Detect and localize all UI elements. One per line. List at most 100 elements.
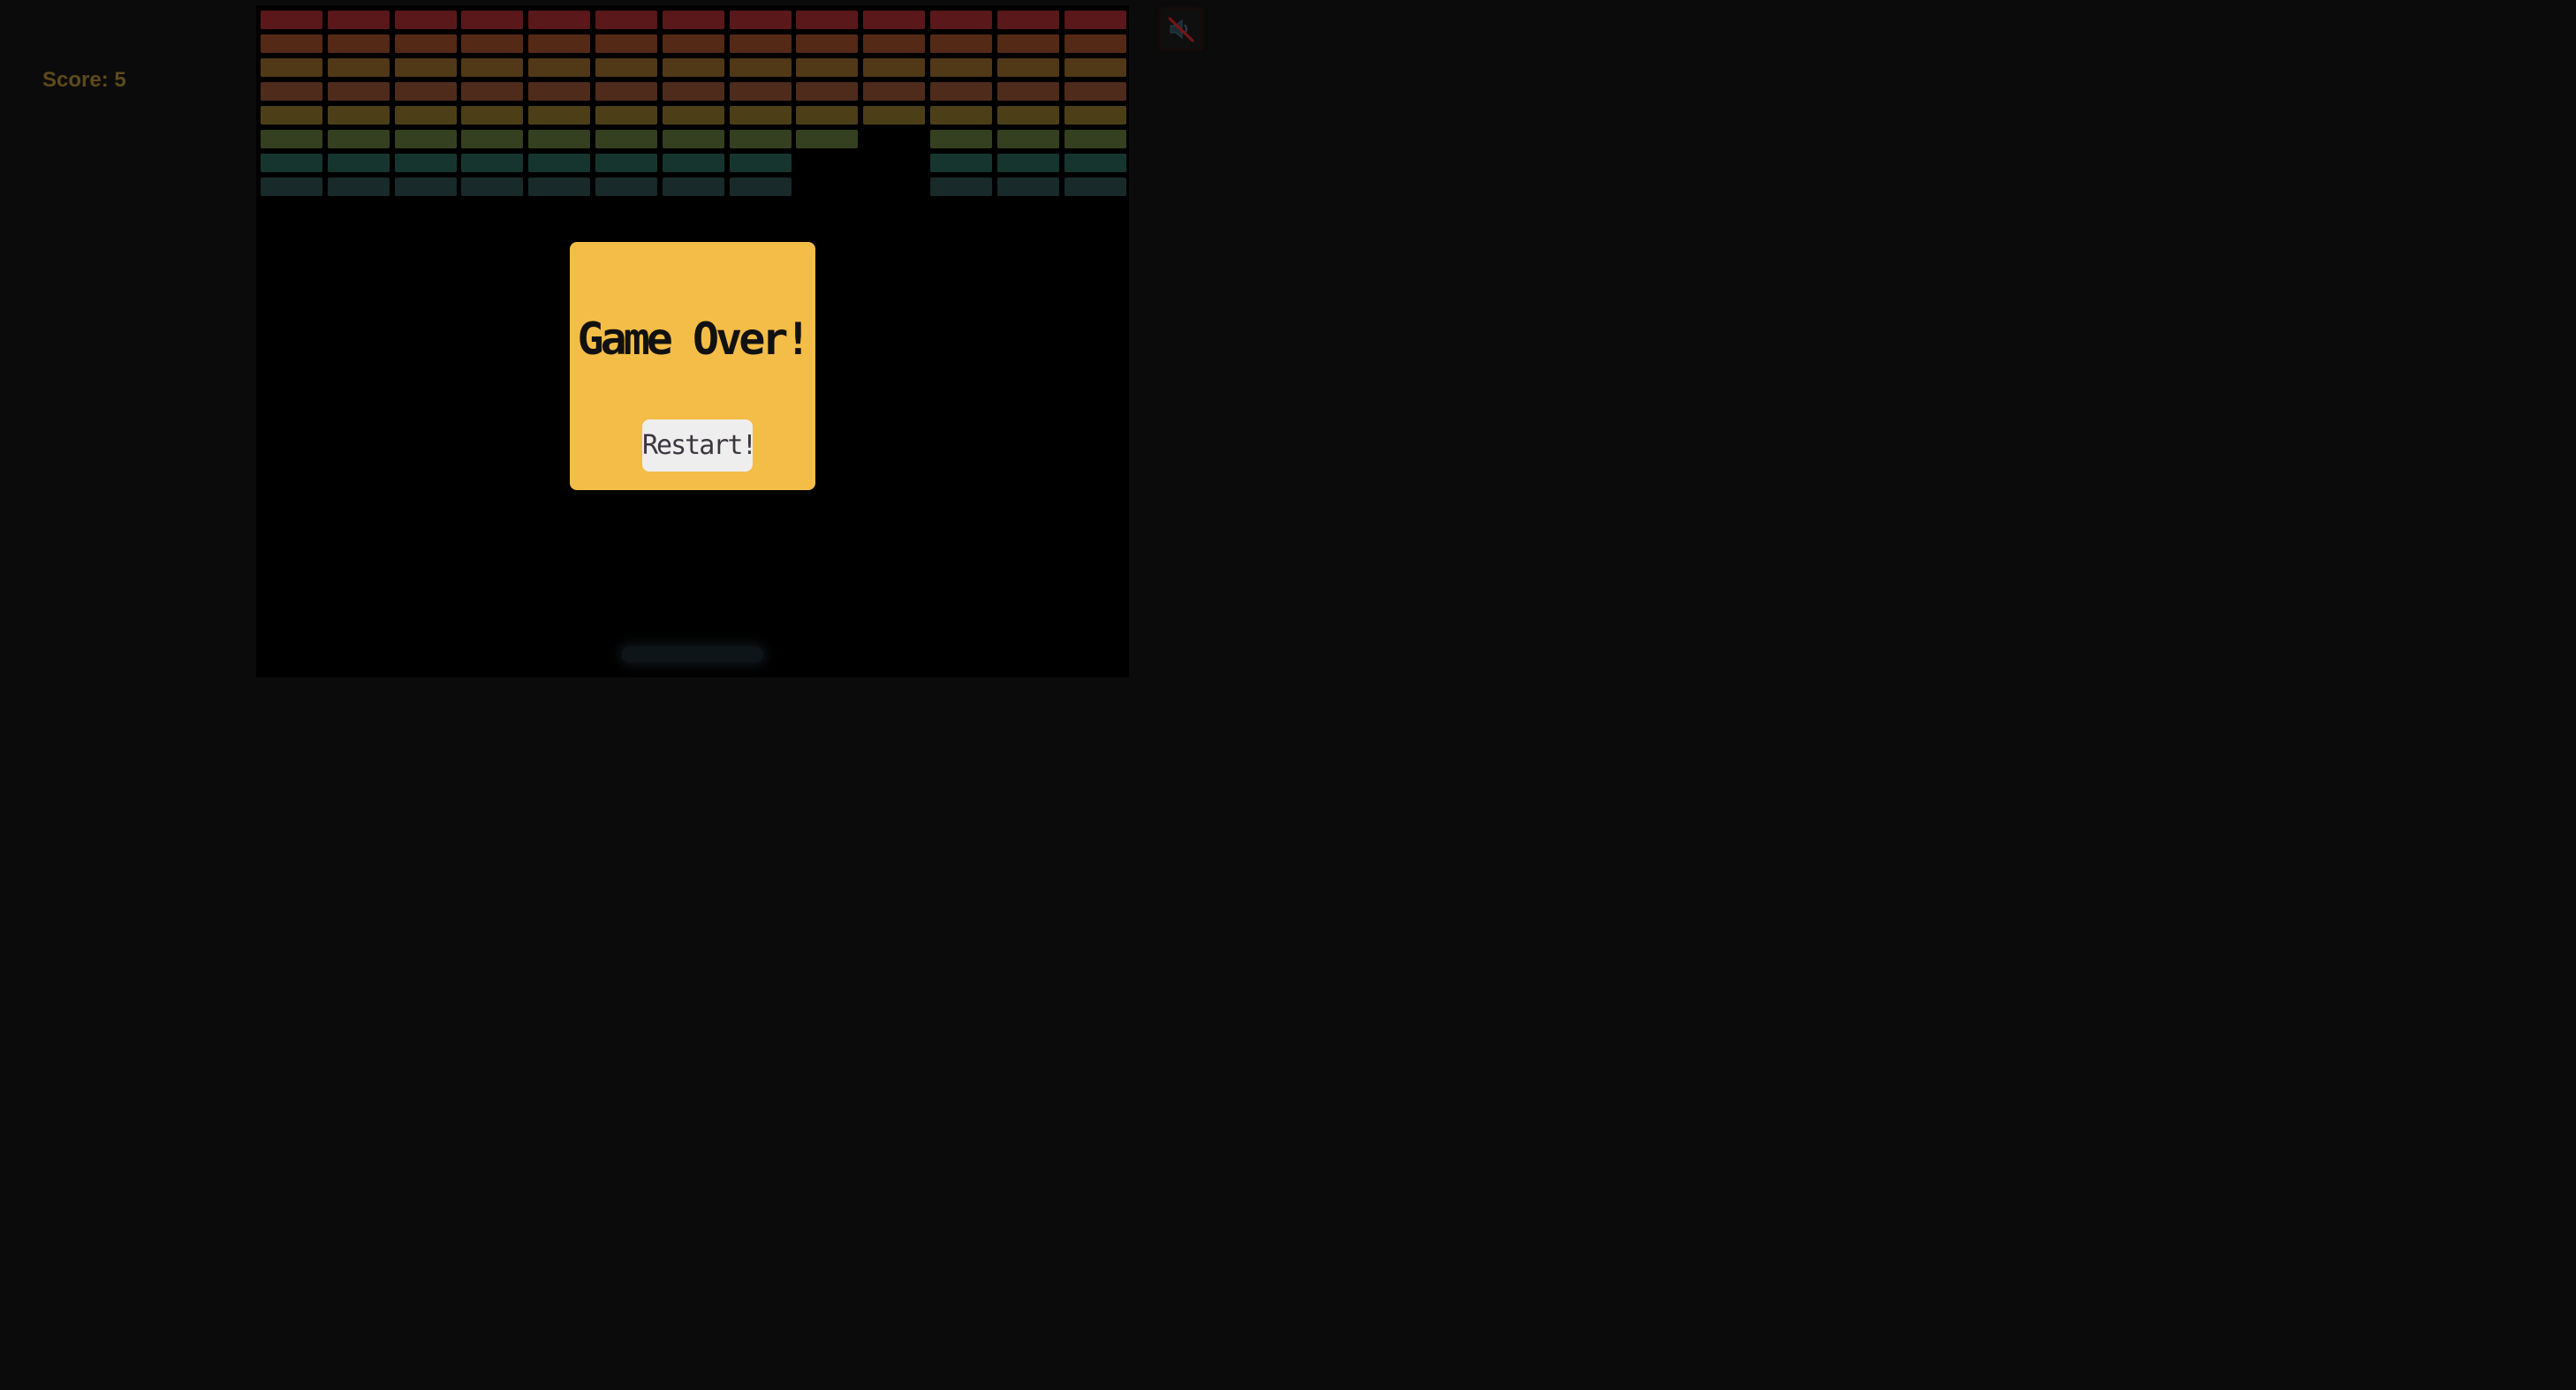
brick (528, 178, 590, 196)
brick (595, 82, 657, 101)
game-over-dialog: Game Over! Restart! (570, 242, 815, 490)
brick (997, 130, 1059, 148)
brick (1064, 58, 1126, 77)
brick (261, 11, 322, 29)
brick (663, 82, 724, 101)
brick (261, 58, 322, 77)
brick (328, 58, 390, 77)
brick (997, 58, 1059, 77)
brick (1064, 178, 1126, 196)
brick (328, 82, 390, 101)
brick (1064, 82, 1126, 101)
brick (863, 82, 925, 101)
brick (395, 130, 457, 148)
brick (395, 11, 457, 29)
brick (796, 130, 858, 148)
brick (395, 154, 457, 172)
brick (1064, 11, 1126, 29)
brick (595, 58, 657, 77)
brick (930, 154, 992, 172)
brick (528, 82, 590, 101)
brick (796, 58, 858, 77)
brick (261, 34, 322, 53)
brick (730, 130, 792, 148)
brick (395, 178, 457, 196)
brick (461, 130, 523, 148)
brick (1064, 34, 1126, 53)
brick (528, 58, 590, 77)
score-label: Score: 5 (42, 68, 126, 92)
game-over-title: Game Over! (577, 314, 811, 365)
brick (930, 130, 992, 148)
brick (796, 34, 858, 53)
brick (796, 11, 858, 29)
brick (461, 154, 523, 172)
brick (930, 178, 992, 196)
brick (328, 11, 390, 29)
brick (863, 58, 925, 77)
brick (328, 130, 390, 148)
paddle[interactable] (622, 646, 763, 662)
brick (461, 82, 523, 101)
brick (528, 154, 590, 172)
brick (461, 11, 523, 29)
brick (930, 11, 992, 29)
brick (328, 154, 390, 172)
brick (528, 106, 590, 125)
brick (395, 106, 457, 125)
brick (1064, 130, 1126, 148)
brick (863, 11, 925, 29)
restart-button[interactable]: Restart! (642, 419, 758, 472)
brick (730, 178, 792, 196)
brick (461, 106, 523, 125)
brick (930, 106, 992, 125)
brick (261, 106, 322, 125)
brick (663, 11, 724, 29)
brick (663, 178, 724, 196)
brick (1064, 106, 1126, 125)
muted-speaker-icon (1168, 17, 1194, 42)
brick (997, 34, 1059, 53)
brick (461, 34, 523, 53)
brick (261, 178, 322, 196)
brick (730, 58, 792, 77)
brick (997, 106, 1059, 125)
brick (595, 130, 657, 148)
brick (595, 34, 657, 53)
brick (997, 11, 1059, 29)
brick (796, 106, 858, 125)
brick (328, 34, 390, 53)
brick (997, 154, 1059, 172)
brick (595, 178, 657, 196)
brick (595, 106, 657, 125)
brick (461, 58, 523, 77)
brick (261, 82, 322, 101)
brick (528, 11, 590, 29)
brick (395, 58, 457, 77)
brick (261, 130, 322, 148)
brick (528, 130, 590, 148)
game-screen: Score: 5 Game Over! Restart! (0, 0, 1385, 747)
brick (796, 82, 858, 101)
brick (663, 130, 724, 148)
brick (730, 34, 792, 53)
brick (663, 34, 724, 53)
brick (930, 34, 992, 53)
brick (663, 154, 724, 172)
brick (930, 58, 992, 77)
brick (595, 11, 657, 29)
brick (395, 82, 457, 101)
brick (663, 106, 724, 125)
sound-toggle-button[interactable] (1161, 9, 1201, 49)
brick (730, 154, 792, 172)
brick (1064, 154, 1126, 172)
brick (328, 106, 390, 125)
brick (595, 154, 657, 172)
brick (461, 178, 523, 196)
brick (261, 154, 322, 172)
brick (930, 82, 992, 101)
brick (863, 34, 925, 53)
brick (997, 178, 1059, 196)
brick (663, 58, 724, 77)
brick (863, 106, 925, 125)
